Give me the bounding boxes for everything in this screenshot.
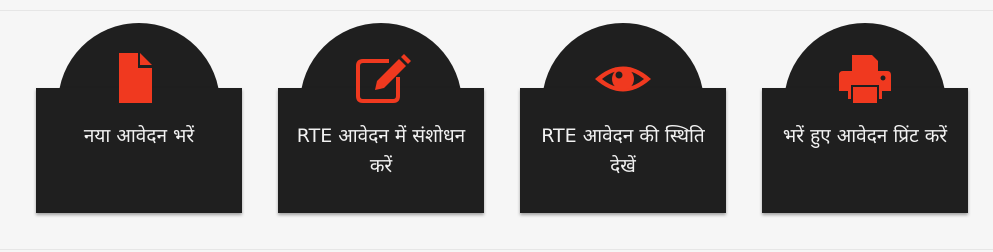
card-label: नया आवेदन भरें [83, 125, 195, 147]
card-label: RTE आवेदन की स्थिति देखें [541, 125, 705, 177]
top-divider [0, 10, 993, 11]
application-status-card[interactable]: RTE आवेदन की स्थिति देखें [520, 23, 726, 214]
file-icon [109, 51, 169, 107]
card-label: भरें हुए आवेदन प्रिंट करें [782, 125, 948, 147]
edit-icon [351, 51, 411, 107]
print-application-card[interactable]: भरें हुए आवेदन प्रिंट करें [762, 23, 968, 214]
action-cards-section: नया आवेदन भरें RTE आवेदन में संशोधन करें [0, 0, 993, 252]
print-icon [835, 51, 895, 107]
bottom-divider [0, 249, 993, 250]
eye-icon [593, 51, 653, 107]
new-application-card[interactable]: नया आवेदन भरें [36, 23, 242, 214]
card-label: RTE आवेदन में संशोधन करें [296, 125, 466, 177]
edit-application-card[interactable]: RTE आवेदन में संशोधन करें [278, 23, 484, 214]
